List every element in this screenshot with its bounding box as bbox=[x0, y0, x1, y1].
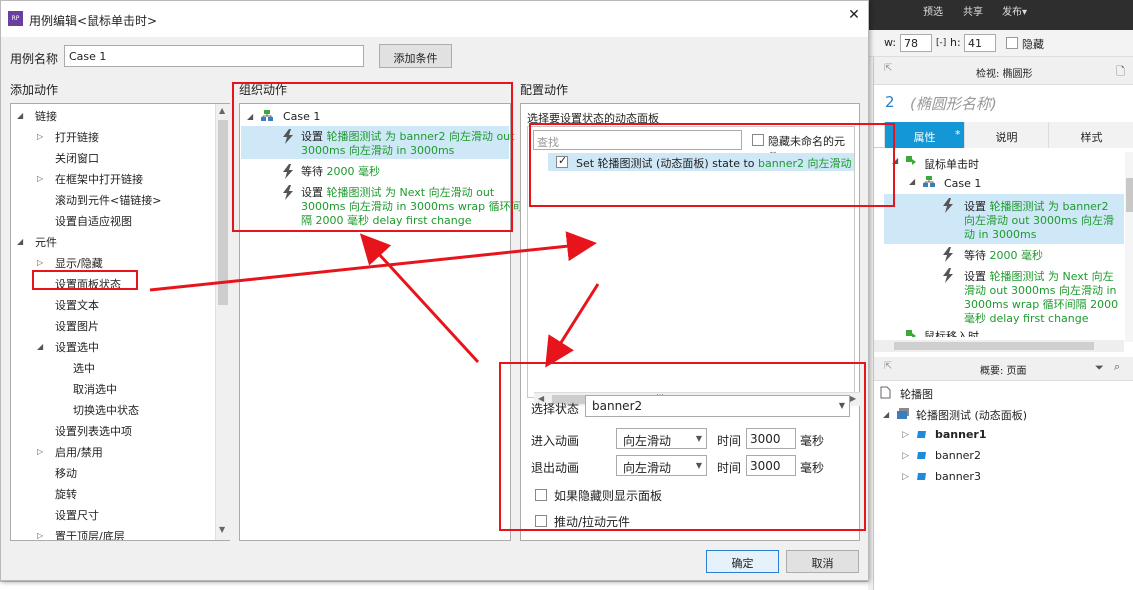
arrow-to-state bbox=[545, 283, 600, 368]
arrow-to-config bbox=[149, 231, 597, 292]
annotation-arrows bbox=[149, 231, 600, 368]
